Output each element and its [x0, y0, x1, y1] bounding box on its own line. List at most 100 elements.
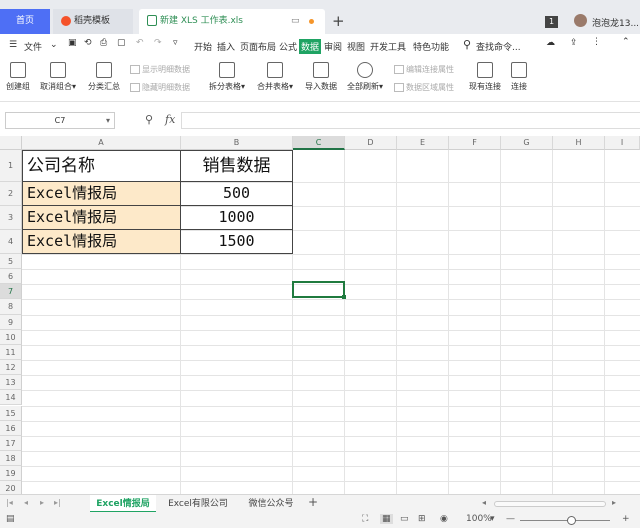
select-all-corner[interactable]: [0, 136, 22, 150]
horizontal-scrollbar[interactable]: ◂ ▸: [482, 498, 632, 509]
column-header-h[interactable]: H: [553, 136, 605, 150]
menu-item-start[interactable]: 开始: [194, 40, 212, 53]
row-header-3[interactable]: 3: [0, 206, 22, 230]
row-header-19[interactable]: 19: [0, 466, 22, 482]
hamburger-icon[interactable]: ☰: [9, 40, 17, 50]
row-header-11[interactable]: 11: [0, 344, 22, 361]
formula-input[interactable]: [181, 112, 640, 129]
search-icon[interactable]: ⚲: [463, 38, 471, 51]
print-preview-icon[interactable]: ▢: [117, 38, 126, 48]
command-search[interactable]: 查找命令...: [476, 40, 521, 53]
menu-item-formula[interactable]: 公式: [279, 40, 297, 53]
row-header-4[interactable]: 4: [0, 230, 22, 254]
scroll-right-icon[interactable]: ▸: [612, 498, 616, 507]
cell-b4[interactable]: 1500: [181, 230, 292, 253]
normal-view-icon[interactable]: ▦: [380, 514, 393, 524]
cell-b2[interactable]: 500: [181, 182, 292, 205]
cell-a4[interactable]: Excel情报局: [23, 230, 180, 253]
row-header-8[interactable]: 8: [0, 299, 22, 315]
column-header-g[interactable]: G: [501, 136, 553, 150]
cell-b3[interactable]: 1000: [181, 206, 292, 229]
fill-handle[interactable]: [342, 295, 346, 299]
row-header-12[interactable]: 12: [0, 360, 22, 376]
menu-item-data[interactable]: 数据: [299, 39, 322, 54]
data-range-button[interactable]: 数据区域属性: [394, 82, 454, 93]
print-icon[interactable]: ⎙: [100, 38, 107, 48]
notification-badge[interactable]: 1: [545, 16, 558, 28]
cloud-icon[interactable]: ☁: [546, 38, 555, 48]
tab-template[interactable]: 稻壳模板: [53, 9, 133, 34]
zoom-out-icon[interactable]: —: [506, 514, 515, 524]
last-sheet-icon[interactable]: ▸|: [54, 498, 61, 507]
menu-item-insert[interactable]: 插入: [217, 40, 235, 53]
username[interactable]: 泡泡龙13...: [592, 16, 639, 29]
page-break-view-icon[interactable]: ⊞: [418, 514, 426, 524]
first-sheet-icon[interactable]: |◂: [6, 498, 13, 507]
macro-record-icon[interactable]: ▤: [6, 514, 15, 524]
column-header-b[interactable]: B: [181, 136, 293, 150]
column-header-d[interactable]: D: [345, 136, 397, 150]
menu-item-view[interactable]: 视图: [347, 40, 365, 53]
menu-file[interactable]: 文件: [24, 40, 42, 53]
column-header-i[interactable]: I: [605, 136, 640, 150]
next-sheet-icon[interactable]: ▸: [40, 498, 44, 507]
hide-detail-button[interactable]: 隐藏明细数据: [130, 82, 190, 93]
save-icon[interactable]: ▣: [68, 38, 77, 48]
row-header-13[interactable]: 13: [0, 375, 22, 391]
column-header-c[interactable]: C: [293, 136, 345, 150]
import-data-button[interactable]: 导入数据: [305, 62, 337, 92]
fullscreen-icon[interactable]: ⛶: [362, 514, 368, 524]
more-options-icon[interactable]: ⋮: [592, 37, 601, 47]
menu-item-developer[interactable]: 开发工具: [370, 40, 406, 53]
scrollbar-track[interactable]: [494, 501, 606, 507]
row-header-1[interactable]: 1: [0, 150, 22, 182]
show-detail-button[interactable]: 显示明细数据: [130, 64, 190, 75]
chevron-down-icon[interactable]: ⌄: [50, 40, 58, 50]
zoom-slider[interactable]: [520, 520, 610, 521]
zoom-in-icon[interactable]: +: [622, 514, 630, 524]
column-header-a[interactable]: A: [22, 136, 181, 150]
cell-b1[interactable]: 销售数据: [181, 151, 292, 181]
collapse-ribbon-icon[interactable]: ⌃: [622, 37, 630, 47]
row-header-16[interactable]: 16: [0, 420, 22, 436]
row-header-7[interactable]: 7: [0, 284, 22, 300]
row-header-20[interactable]: 20: [0, 481, 22, 494]
menu-item-page-layout[interactable]: 页面布局: [240, 40, 276, 53]
scroll-left-icon[interactable]: ◂: [482, 498, 486, 507]
row-header-9[interactable]: 9: [0, 314, 22, 330]
cell-a2[interactable]: Excel情报局: [23, 182, 180, 205]
quick-access-more-icon[interactable]: ▿: [173, 38, 178, 48]
row-header-15[interactable]: 15: [0, 405, 22, 421]
sheet-tab-3[interactable]: 微信公众号: [240, 495, 302, 513]
edit-link-button[interactable]: 编辑连接属性: [394, 64, 454, 75]
menu-item-review[interactable]: 审阅: [324, 40, 342, 53]
zoom-level[interactable]: 100%: [466, 514, 492, 524]
undo-icon[interactable]: ↶: [136, 38, 144, 48]
add-sheet-button[interactable]: +: [308, 495, 318, 509]
cell-a1[interactable]: 公司名称: [23, 151, 180, 181]
existing-connection-button[interactable]: 现有连接: [469, 62, 501, 92]
row-header-17[interactable]: 17: [0, 435, 22, 451]
sheet-tab-2[interactable]: Excel有限公司: [160, 495, 236, 513]
sheet-tab-1[interactable]: Excel情报局: [90, 495, 156, 513]
chevron-down-icon[interactable]: ▾: [106, 113, 110, 128]
connect-button[interactable]: 连接: [511, 62, 527, 92]
menu-item-features[interactable]: 特色功能: [413, 40, 449, 53]
split-table-button[interactable]: 拆分表格▾: [209, 62, 245, 92]
row-header-18[interactable]: 18: [0, 450, 22, 467]
zoom-slider-knob[interactable]: [567, 516, 576, 525]
zoom-dropdown-icon[interactable]: ▾: [490, 514, 495, 524]
tab-document[interactable]: 新建 XLS 工作表.xls ▭: [139, 9, 325, 34]
row-header-10[interactable]: 10: [0, 329, 22, 345]
avatar[interactable]: [574, 14, 587, 27]
row-header-5[interactable]: 5: [0, 254, 22, 270]
cell-a3[interactable]: Excel情报局: [23, 206, 180, 229]
page-layout-view-icon[interactable]: ▭: [400, 514, 409, 524]
row-header-6[interactable]: 6: [0, 269, 22, 285]
eye-protection-icon[interactable]: ◉: [440, 514, 448, 524]
refresh-all-button[interactable]: 全部刷新▾: [347, 62, 383, 92]
prev-sheet-icon[interactable]: ◂: [24, 498, 28, 507]
function-icon[interactable]: fx: [165, 113, 175, 126]
redo-icon[interactable]: ↷: [154, 38, 162, 48]
ungroup-button[interactable]: 取消组合▾: [40, 62, 76, 92]
